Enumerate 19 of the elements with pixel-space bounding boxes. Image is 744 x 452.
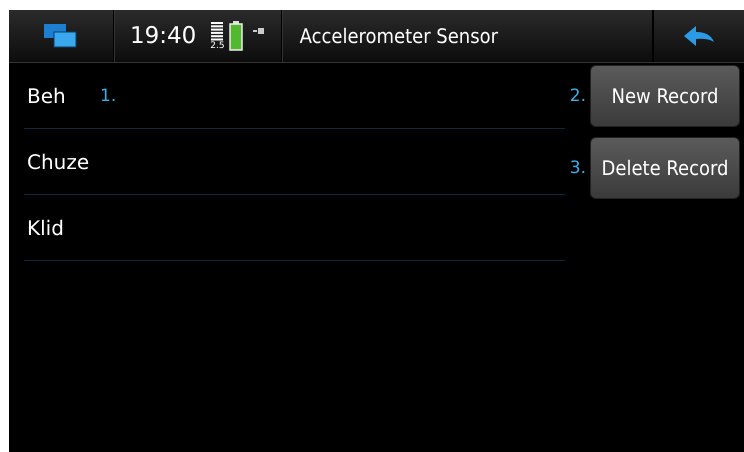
signal-bars-icon [211,22,224,42]
annotation-number: 3. [570,158,586,178]
annotation-number: 2. [570,86,586,106]
item-label: Beh [27,84,67,108]
charger-icon [252,27,265,35]
list-item[interactable]: Chuze [24,129,565,195]
annotation-number: 1. [100,86,116,106]
list-item[interactable]: Beh 1. [24,63,565,129]
item-label: Chuze [27,150,90,174]
windows-icon[interactable] [44,24,78,48]
window-title: Accelerometer Sensor [300,24,498,48]
list-item[interactable]: Klid [24,195,565,261]
clock-time: 19:40 [130,23,196,49]
back-icon[interactable] [684,26,714,46]
battery-icon [228,21,243,51]
signal-label: 2.5 [210,42,225,50]
item-label: Klid [27,216,65,240]
new-record-button[interactable]: New Record [590,65,740,127]
delete-record-button[interactable]: Delete Record [590,137,740,199]
